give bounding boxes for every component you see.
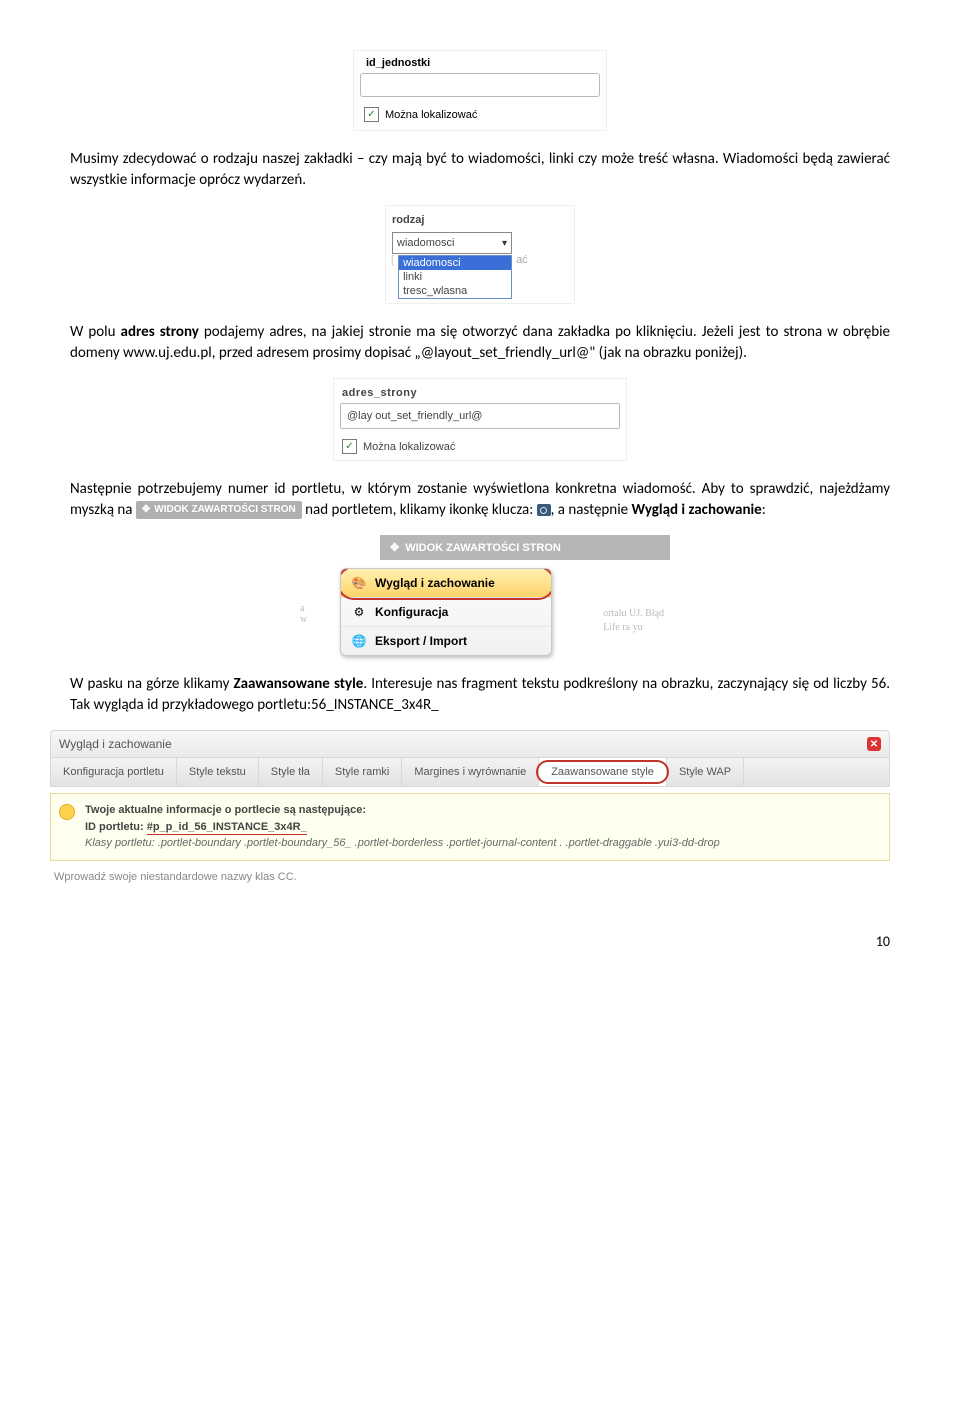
menu-item-eksport-import[interactable]: 🌐 Eksport / Import [341, 627, 551, 655]
paragraph-2: W polu adres strony podajemy adres, na j… [70, 322, 890, 364]
tab-konfiguracja-portletu[interactable]: Konfiguracja portletu [51, 758, 177, 786]
checkbox-label-2: Można lokalizować [363, 441, 455, 453]
tab-zaawansowane-style[interactable]: Zaawansowane style [539, 758, 667, 786]
menu-item-wyglad[interactable]: 🎨 Wygląd i zachowanie [341, 569, 551, 598]
form-adres-strony: adres_strony @lay out_set_friendly_url@ … [333, 378, 627, 461]
figure-id-jednostki: id_jednostki ✓ Można lokalizować [70, 50, 890, 131]
checkbox-mozna-lokalizowac[interactable]: ✓ [364, 107, 379, 122]
move-icon: ✥ [390, 541, 399, 554]
context-menu: 🎨 Wygląd i zachowanie ⚙ Konfiguracja 🌐 E… [340, 568, 552, 656]
label-id-jednostki: id_jednostki [360, 57, 600, 69]
palette-icon: 🎨 [351, 575, 367, 591]
portlet-header-pill: ✥WIDOK ZAWARTOŚCI STRON [136, 501, 302, 519]
option-tresc-wlasna[interactable]: tresc_wlasna [399, 284, 511, 298]
input-adres-strony[interactable]: @lay out_set_friendly_url@ [340, 403, 620, 429]
lightbulb-icon [59, 804, 75, 820]
paragraph-4: W pasku na górze klikamy Zaawansowane st… [70, 674, 890, 716]
portlet-header[interactable]: ✥ WIDOK ZAWARTOŚCI STRON [380, 535, 670, 560]
partial-text: ać [516, 254, 528, 266]
portlet-classes-text: Klasy portletu: .portlet-boundary .portl… [85, 835, 877, 852]
input-id-jednostki[interactable] [360, 73, 600, 97]
option-linki[interactable]: linki [399, 270, 511, 284]
dropdown-rodzaj[interactable]: wiadomosci linki tresc_wlasna [398, 255, 512, 299]
label-rodzaj: rodzaj [390, 210, 570, 230]
checkbox-mozna-lokalizowac-2[interactable]: ✓ [342, 439, 357, 454]
custom-classes-hint: Wprowadź swoje niestandardowe nazwy klas… [50, 861, 890, 885]
option-wiadomosci[interactable]: wiadomosci [399, 256, 511, 270]
wrench-icon [537, 504, 551, 516]
panel-title: Wygląd i zachowanie [59, 737, 172, 751]
portlet-id-text: #p_p_id_56_INSTANCE_3x4R_ [147, 821, 307, 835]
panel-titlebar: Wygląd i zachowanie ✕ [50, 730, 890, 758]
tabs: Konfiguracja portletu Style tekstu Style… [50, 758, 890, 787]
tab-style-tla[interactable]: Style tła [259, 758, 323, 786]
tab-style-wap[interactable]: Style WAP [667, 758, 744, 786]
paragraph-1: Musimy zdecydować o rodzaju naszej zakła… [70, 149, 890, 191]
select-value: wiadomosci [397, 237, 454, 249]
move-icon: ✥ [142, 503, 150, 517]
gear-icon: ⚙ [351, 604, 367, 620]
label-adres-strony: adres_strony [340, 385, 620, 403]
tab-style-tekstu[interactable]: Style tekstu [177, 758, 259, 786]
background-text: ortalu UJ. Błąd Life ra yu [603, 607, 664, 635]
figure-adres-strony: adres_strony @lay out_set_friendly_url@ … [70, 378, 890, 461]
globe-icon: 🌐 [351, 633, 367, 649]
tab-margines[interactable]: Margines i wyrównanie [402, 758, 539, 786]
info-panel: Twoje aktualne informacje o portlecie są… [50, 793, 890, 861]
menu-item-konfiguracja[interactable]: ⚙ Konfiguracja [341, 598, 551, 627]
paragraph-3: Następnie potrzebujemy numer id portletu… [70, 479, 890, 521]
background-text: aw [300, 603, 307, 625]
figure-rodzaj: rodzaj wiadomosci ▾ [ wiadomosci linki t… [70, 205, 890, 304]
close-icon[interactable]: ✕ [867, 737, 881, 751]
figure-styles-panel: Wygląd i zachowanie ✕ Konfiguracja portl… [50, 730, 890, 885]
page-number: 10 [70, 903, 890, 950]
form-rodzaj: rodzaj wiadomosci ▾ [ wiadomosci linki t… [385, 205, 575, 304]
checkbox-label: Można lokalizować [385, 109, 477, 121]
tab-style-ramki[interactable]: Style ramki [323, 758, 402, 786]
form-id-jednostki: id_jednostki ✓ Można lokalizować [353, 50, 607, 131]
chevron-down-icon: ▾ [502, 238, 507, 249]
select-rodzaj[interactable]: wiadomosci ▾ [392, 232, 512, 254]
figure-context-menu: ✥ WIDOK ZAWARTOŚCI STRON aw ortalu UJ. B… [70, 535, 890, 656]
